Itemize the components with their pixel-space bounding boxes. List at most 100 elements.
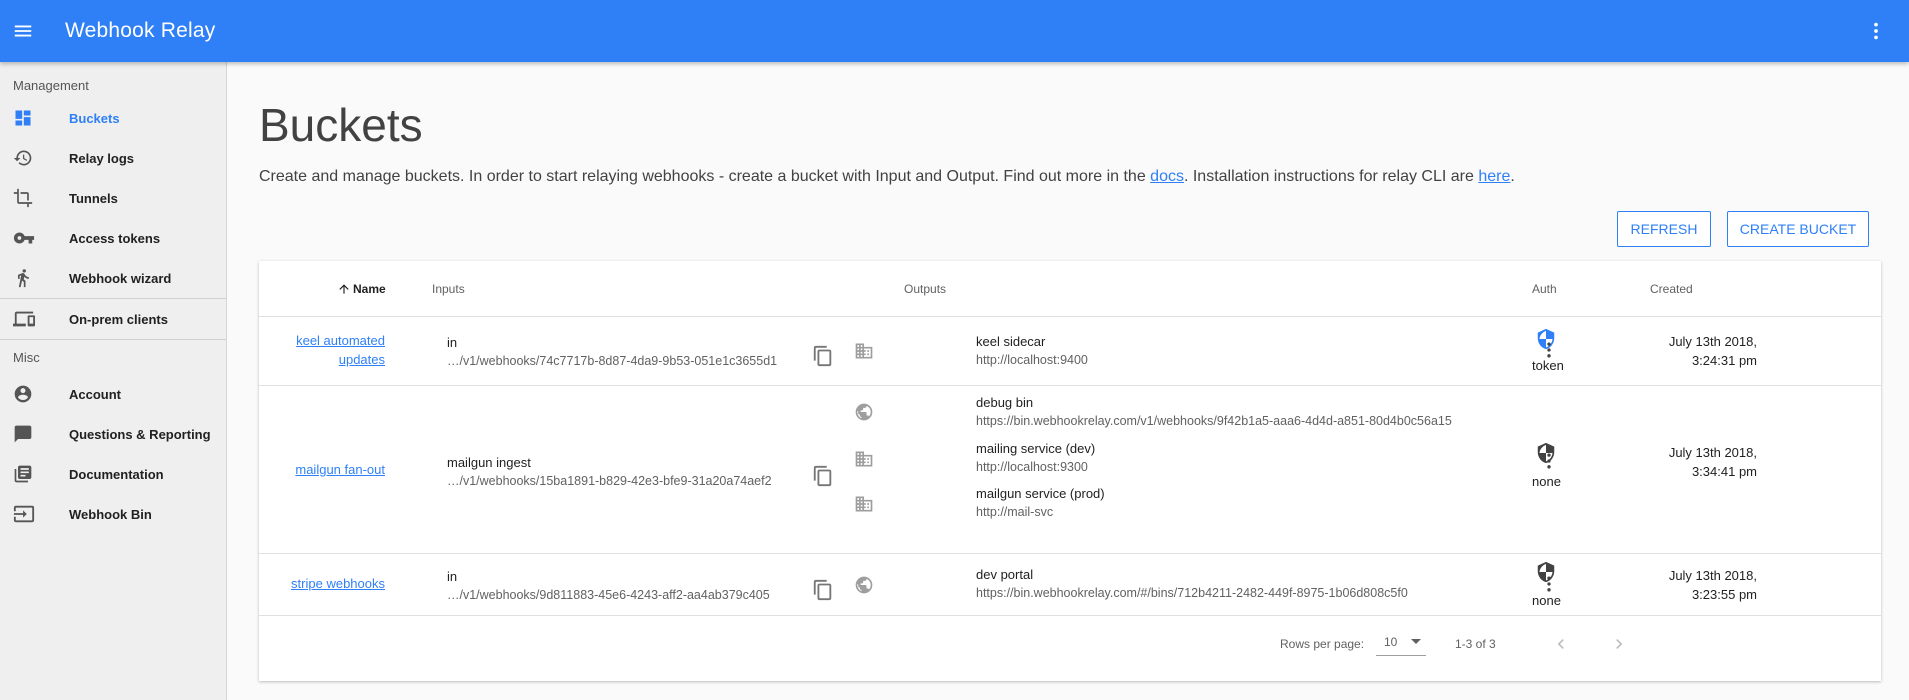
sidebar-item-webhook-bin[interactable]: Webhook Bin [0,494,226,534]
dashboard-icon [15,110,31,126]
walk-icon [18,269,29,288]
devices-icon [13,311,35,327]
sidebar-item-label: Documentation [69,466,164,482]
page-title: Buckets [259,99,423,151]
output-name: mailing service (dev) [976,441,1096,456]
output-url: http://localhost:9300 [976,460,1088,474]
sidebar: Management Buckets Relay logs Tunnels Ac… [0,62,227,700]
table-row: mailgun fan-out mailgun ingest …/v1/webh… [259,386,1881,554]
sidebar-item-label: Webhook wizard [69,270,172,286]
sidebar-item-label: Questions & Reporting [69,426,211,442]
copy-icon [813,345,832,367]
docs-link[interactable]: docs [1150,168,1184,185]
output-url: https://bin.webhookrelay.com/v1/webhooks… [976,414,1452,428]
sidebar-item-relay-logs[interactable]: Relay logs [0,138,226,178]
building-icon [853,340,875,362]
row-more-button[interactable] [1536,448,1562,474]
sidebar-section-management: Management [13,77,89,93]
column-header-inputs: Inputs [432,282,465,296]
sidebar-item-buckets[interactable]: Buckets [0,98,226,138]
input-icon [13,505,35,523]
crop-icon [13,188,33,208]
main-content: Buckets Create and manage buckets. In or… [227,62,1909,700]
page-description: Create and manage buckets. In order to s… [259,168,1515,185]
input-url: …/v1/webhooks/9d811883-45e6-4243-aff2-aa… [447,588,770,602]
sidebar-item-on-prem-clients[interactable]: On-prem clients [0,299,226,339]
copy-input-button[interactable] [809,342,837,370]
caret-down-icon [1411,639,1422,644]
output-name: debug bin [976,395,1034,410]
copy-input-button[interactable] [809,576,837,604]
input-label: in [447,335,458,350]
more-vert-icon [1874,22,1878,40]
create-bucket-button[interactable]: CREATE BUCKET [1727,211,1869,247]
input-label: mailgun ingest [447,455,531,470]
row-more-button[interactable] [1536,337,1562,363]
sidebar-item-label: Access tokens [69,230,161,246]
buckets-table: Name Inputs Outputs Auth Created keel au… [259,261,1881,681]
key-icon [13,232,35,244]
sidebar-item-questions-reporting[interactable]: Questions & Reporting [0,414,226,454]
output-url: http://mail-svc [976,505,1054,519]
more-vert-icon [1547,342,1551,358]
output-name: mailgun service (prod) [976,486,1105,501]
more-vert-icon [1547,453,1551,469]
sidebar-item-label: Webhook Bin [69,506,152,522]
bucket-name-link[interactable]: stripe webhooks [275,574,385,593]
library-icon [14,465,32,483]
output-url: https://bin.webhookrelay.com/#/bins/712b… [976,586,1408,600]
column-header-outputs: Outputs [904,282,947,296]
output-name: keel sidecar [976,334,1046,349]
copy-icon [813,579,832,601]
output-name: dev portal [976,567,1034,582]
bucket-name-link[interactable]: mailgun fan-out [275,460,385,479]
globe-icon [853,401,875,423]
history-icon [13,150,32,166]
column-header-created: Created [1650,282,1693,296]
row-more-button[interactable] [1536,571,1562,597]
sidebar-item-documentation[interactable]: Documentation [0,454,226,494]
table-pagination: Rows per page: 10 1-3 of 3 [259,616,1881,672]
sidebar-item-label: Buckets [69,110,120,126]
sidebar-item-label: On-prem clients [69,311,168,327]
input-url: …/v1/webhooks/74c7717b-8d87-4da9-9b53-05… [447,354,778,368]
app-bar: Webhook Relay [0,0,1909,62]
next-page-button[interactable] [1603,628,1635,660]
previous-page-button[interactable] [1545,628,1577,660]
copy-input-button[interactable] [809,462,837,490]
app-title: Webhook Relay [65,19,216,42]
created-date: July 13th 2018, 3:23:55 pm [1668,568,1757,602]
account-icon [14,385,32,403]
table-row: stripe webhooks in …/v1/webhooks/9d81188… [259,554,1881,616]
sidebar-item-webhook-wizard[interactable]: Webhook wizard [0,258,226,298]
page-range: 1-3 of 3 [1455,637,1496,651]
bucket-name-link[interactable]: keel automated updates [275,331,385,369]
created-date: July 13th 2018, 3:34:41 pm [1668,445,1757,479]
input-url: …/v1/webhooks/15ba1891-b829-42e3-bfe9-31… [447,474,772,488]
refresh-button[interactable]: REFRESH [1617,211,1711,247]
auth-type: none [1532,474,1561,489]
globe-icon [853,574,875,596]
building-icon [853,493,875,515]
copy-icon [813,465,832,487]
menu-button[interactable] [0,8,46,54]
sidebar-item-tunnels[interactable]: Tunnels [0,178,226,218]
here-link[interactable]: here [1478,168,1510,185]
column-header-name[interactable]: Name [337,282,386,296]
app-more-button[interactable] [1857,12,1895,50]
sidebar-item-account[interactable]: Account [0,374,226,414]
table-header: Name Inputs Outputs Auth Created [259,261,1881,317]
more-vert-icon [1547,576,1551,592]
input-label: in [447,569,458,584]
sidebar-item-label: Tunnels [69,190,118,206]
arrow-up-icon [339,284,349,294]
building-icon [853,448,875,470]
rows-per-page-select[interactable]: 10 [1376,628,1426,656]
chat-icon [14,425,32,443]
sidebar-item-access-tokens[interactable]: Access tokens [0,218,226,258]
output-url: http://localhost:9400 [976,353,1088,367]
table-row: keel automated updates in …/v1/webhooks/7… [259,317,1881,386]
chevron-right-icon [1616,639,1623,649]
sidebar-section-misc: Misc [13,349,40,365]
created-date: July 13th 2018, 3:24:31 pm [1668,334,1757,368]
